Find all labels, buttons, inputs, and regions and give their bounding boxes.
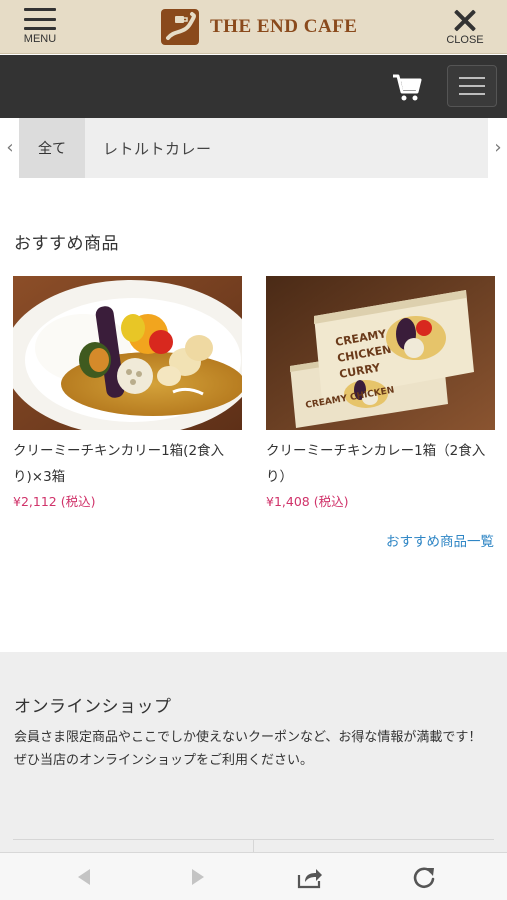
online-shop-description: 会員さま限定商品やここでしか使えないクーポンなど、お得な情報が満載です！ ぜひ当… xyxy=(14,726,496,772)
product-card[interactable]: CREAMY CHICKEN CURRY CREAMY CHICKEN クリーミ… xyxy=(266,276,495,510)
product-name[interactable]: クリーミーチキンカリー1箱(2食入り)×3箱 xyxy=(13,438,242,490)
price-tax: (税込) xyxy=(313,494,349,509)
chevron-left-icon[interactable]: ‹ xyxy=(3,138,17,158)
price-tax: (税込) xyxy=(60,494,96,509)
hamburger-icon xyxy=(459,77,485,79)
reload-icon[interactable] xyxy=(411,865,437,889)
online-shop-description-line2: ぜひ当店のオンラインショップをご利用ください。 xyxy=(14,753,314,768)
triangle-left-icon[interactable] xyxy=(72,865,98,889)
hamburger-icon xyxy=(24,8,56,30)
triangle-right-icon[interactable] xyxy=(184,865,210,889)
close-button[interactable]: CLOSE xyxy=(439,8,491,50)
price-value: ¥2,112 xyxy=(13,494,57,509)
recommended-list-link[interactable]: おすすめ商品一覧 xyxy=(386,530,494,550)
online-shop-description-line1: 会員さま限定商品やここでしか使えないクーポンなど、お得な情報が満載です！ xyxy=(14,730,482,745)
divider xyxy=(253,840,254,852)
chevron-right-icon[interactable]: › xyxy=(491,138,505,158)
product-price: ¥1,408 (税込) xyxy=(266,491,495,510)
tab-retort-curry[interactable]: レトルトカレー xyxy=(103,118,212,178)
cafe-logo-mark xyxy=(161,9,199,45)
product-image[interactable] xyxy=(13,276,242,430)
share-icon[interactable] xyxy=(297,865,323,889)
category-track: 全て レトルトカレー xyxy=(19,118,488,178)
browser-toolbar xyxy=(0,852,507,900)
close-label: CLOSE xyxy=(446,34,484,46)
page: MENU THE END CAFE CLOSE ‹ 全て レトルトカレー › お… xyxy=(0,0,507,900)
online-shop-section: オンラインショップ 会員さま限定商品やここでしか使えないクーポンなど、お得な情報… xyxy=(0,652,507,852)
cart-icon[interactable] xyxy=(391,71,423,103)
tab-all[interactable]: 全て xyxy=(19,118,85,178)
menu-label: MENU xyxy=(23,33,57,45)
product-name[interactable]: クリーミーチキンカレー1箱（2食入り） xyxy=(266,438,495,490)
close-icon xyxy=(452,8,478,32)
product-price: ¥2,112 (税込) xyxy=(13,491,242,510)
price-value: ¥1,408 xyxy=(266,494,310,509)
top-header: MENU THE END CAFE CLOSE xyxy=(0,0,507,54)
menu-button[interactable]: MENU xyxy=(14,8,66,50)
site-logo[interactable]: THE END CAFE xyxy=(160,8,357,46)
nav-bar xyxy=(0,55,507,118)
product-card[interactable]: クリーミーチキンカリー1箱(2食入り)×3箱 ¥2,112 (税込) xyxy=(13,276,242,510)
recommended-title: おすすめ商品 xyxy=(14,234,119,254)
logo-text: THE END CAFE xyxy=(210,16,358,37)
nav-toggle-button[interactable] xyxy=(447,65,497,107)
product-image[interactable]: CREAMY CHICKEN CURRY CREAMY CHICKEN xyxy=(266,276,495,430)
online-shop-title: オンラインショップ xyxy=(14,697,172,717)
category-tabs: ‹ 全て レトルトカレー › xyxy=(0,118,507,178)
